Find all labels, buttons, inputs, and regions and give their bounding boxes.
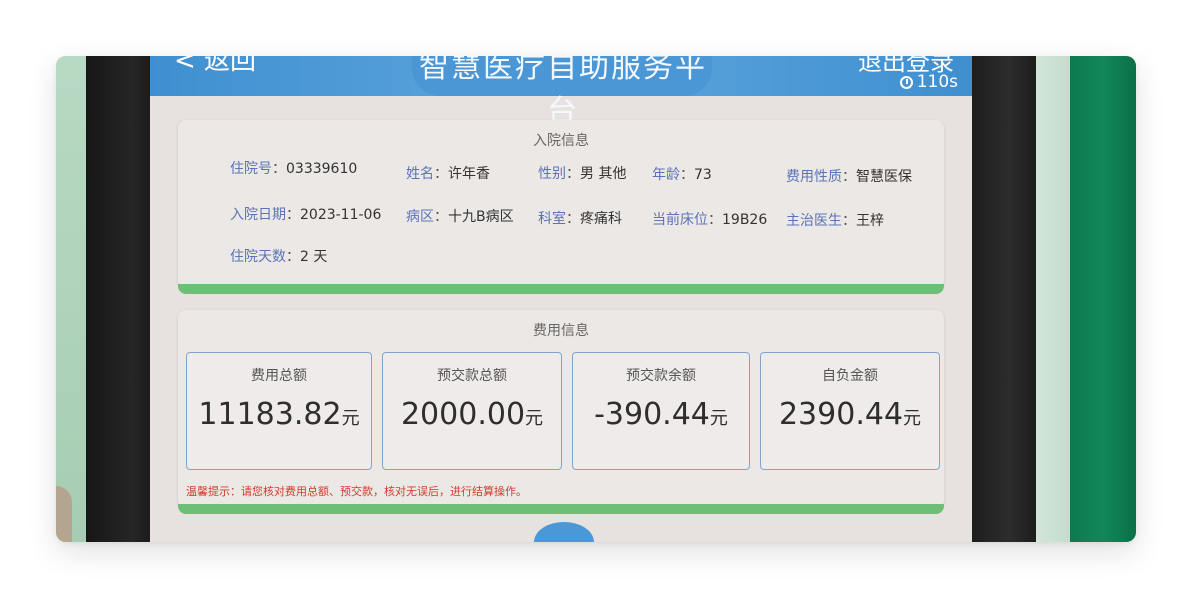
reminder-tip: 温馨提示：请您核对费用总额、预交款，核对无误后，进行结算操作。 bbox=[186, 485, 527, 498]
admission-no-value: 03339610 bbox=[286, 161, 358, 177]
countdown-timer: 110s bbox=[899, 72, 958, 92]
age-value: 73 bbox=[694, 167, 712, 183]
fee-type-value: 智慧医保 bbox=[856, 169, 912, 185]
card-amount: 11183.82元 bbox=[198, 397, 360, 432]
card-label: 预交款总额 bbox=[437, 368, 507, 384]
fee-title: 费用信息 bbox=[533, 323, 589, 339]
kiosk-bezel-left bbox=[86, 56, 152, 542]
total-fee-card: 费用总额 11183.82元 bbox=[186, 352, 372, 470]
admission-title: 入院信息 bbox=[533, 133, 589, 149]
field-name: 姓名：许年香 bbox=[406, 166, 490, 182]
app-title: 智慧医疗自助服务平台 bbox=[419, 56, 707, 129]
field-ward: 病区：十九B病区 bbox=[406, 209, 514, 225]
kiosk-photo: < 返回 智慧医疗自助服务平台 退出登录 110s 入院信息 住院号：03339… bbox=[56, 56, 1136, 542]
self-pay-card: 自负金额 2390.44元 bbox=[760, 352, 940, 470]
wall-left bbox=[56, 56, 90, 542]
admission-date-value: 2023-11-06 bbox=[300, 207, 382, 223]
field-bed: 当前床位：19B26 bbox=[652, 212, 768, 228]
kiosk-screen: < 返回 智慧医疗自助服务平台 退出登录 110s 入院信息 住院号：03339… bbox=[150, 56, 972, 542]
clock-icon bbox=[899, 75, 913, 89]
field-admission-date: 入院日期：2023-11-06 bbox=[230, 207, 382, 223]
field-stay-days: 住院天数：2 天 bbox=[230, 249, 328, 265]
card-label: 自负金额 bbox=[822, 368, 878, 384]
settle-button[interactable] bbox=[534, 522, 594, 542]
card-label: 费用总额 bbox=[251, 368, 307, 384]
back-button[interactable]: < 返回 bbox=[174, 56, 256, 77]
prepaid-total-card: 预交款总额 2000.00元 bbox=[382, 352, 562, 470]
field-age: 年龄：73 bbox=[652, 167, 712, 183]
field-fee-type: 费用性质：智慧医保 bbox=[786, 169, 912, 185]
panel-accent-bar bbox=[178, 504, 944, 514]
prepaid-balance-card: 预交款余额 -390.44元 bbox=[572, 352, 750, 470]
admission-info-panel: 入院信息 住院号：03339610 姓名：许年香 性别：男 其他 年龄：73 费… bbox=[178, 120, 944, 294]
gender-value: 男 其他 bbox=[580, 166, 627, 182]
fee-info-panel: 费用信息 费用总额 11183.82元 预交款总额 2000.00元 预交款余额… bbox=[178, 310, 944, 514]
bed-value: 19B26 bbox=[722, 212, 768, 228]
kiosk-bezel-right bbox=[966, 56, 1038, 542]
kiosk-green-panel bbox=[1070, 56, 1136, 542]
name-value: 许年香 bbox=[448, 166, 490, 182]
finger-edge bbox=[56, 486, 72, 542]
panel-accent-bar bbox=[178, 284, 944, 294]
field-department: 科室：疼痛科 bbox=[538, 211, 622, 227]
countdown-value: 110s bbox=[916, 72, 958, 92]
doctor-value: 王梓 bbox=[856, 213, 884, 229]
ward-value: 十九B病区 bbox=[448, 209, 514, 225]
card-amount: 2000.00元 bbox=[400, 397, 544, 432]
field-gender: 性别：男 其他 bbox=[538, 166, 627, 182]
kiosk-frame-right bbox=[1036, 56, 1072, 542]
card-amount: -390.44元 bbox=[594, 397, 728, 432]
field-admission-no: 住院号：03339610 bbox=[230, 161, 358, 177]
card-amount: 2390.44元 bbox=[778, 397, 922, 432]
top-bar: < 返回 智慧医疗自助服务平台 退出登录 110s bbox=[150, 56, 972, 129]
stay-days-value: 2 天 bbox=[300, 249, 328, 265]
card-label: 预交款余额 bbox=[626, 368, 696, 384]
department-value: 疼痛科 bbox=[580, 211, 622, 227]
field-doctor: 主治医生：王梓 bbox=[786, 213, 884, 229]
